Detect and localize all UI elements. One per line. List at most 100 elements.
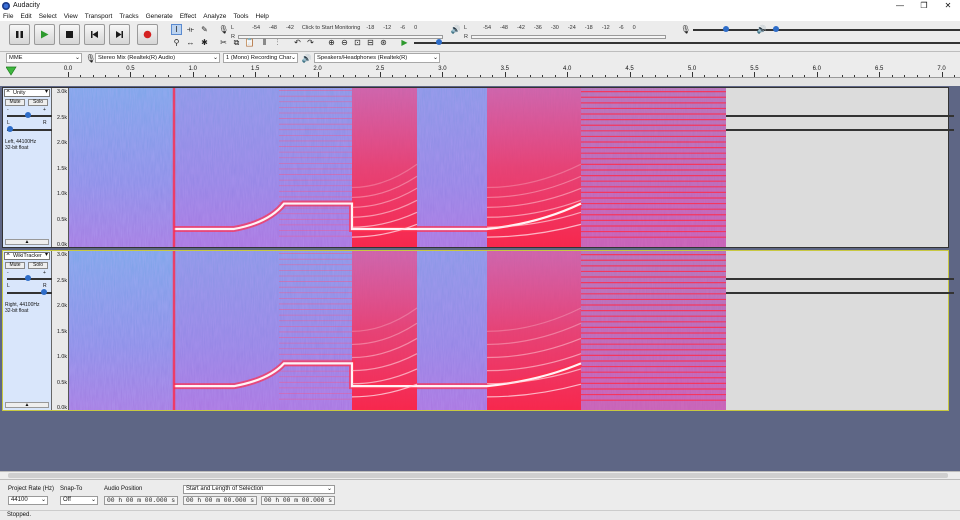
track-control-panel[interactable]: × Unity ▾ Mute Solo - + L R Left, 44100H…	[3, 88, 954, 247]
menu-generate[interactable]: Generate	[146, 13, 173, 20]
collapse-track-button[interactable]: ▲	[5, 402, 49, 408]
selection-length-field[interactable]: 00 h 00 m 00.000 s	[261, 496, 335, 505]
frequency-scale[interactable]: 3.0k 2.5k 2.0k 1.5k 1.0k 0.5k 0.0k	[52, 88, 69, 248]
record-button[interactable]	[137, 24, 158, 45]
solo-button[interactable]: Solo	[28, 99, 48, 106]
zoom-out-icon[interactable]: ⊖	[339, 37, 350, 48]
frequency-tick: 0.5k	[56, 216, 67, 223]
play-speed-slider[interactable]	[414, 39, 960, 47]
close-button[interactable]: ✕	[936, 0, 960, 11]
playback-device-select[interactable]: Speakers/Headphones (Realtek(R) ⌄	[314, 53, 440, 63]
minimize-button[interactable]: —	[888, 0, 912, 11]
skip-to-start-button[interactable]	[84, 24, 105, 45]
snap-to-value: Off	[63, 497, 71, 503]
mute-button[interactable]: Mute	[5, 262, 25, 269]
ruler-mark	[255, 72, 257, 77]
copy-icon[interactable]: ⧉	[231, 37, 242, 48]
audacity-logo-icon	[2, 1, 10, 10]
silence-icon[interactable]: ⫶	[272, 37, 283, 48]
menu-view[interactable]: View	[64, 13, 78, 20]
pause-button[interactable]	[9, 24, 30, 45]
microphone-icon[interactable]: 🎙	[218, 24, 229, 35]
menu-effect[interactable]: Effect	[180, 13, 197, 20]
record-volume-slider[interactable]	[693, 26, 960, 34]
pan-slider[interactable]	[7, 126, 954, 134]
frequency-scale[interactable]: 3.0k 2.5k 2.0k 1.5k 1.0k 0.5k 0.0k	[52, 251, 69, 411]
spectrogram[interactable]	[69, 88, 726, 247]
speaker-icon[interactable]: 🔊	[450, 24, 461, 35]
chevron-down-icon: ⌄	[290, 55, 296, 61]
menu-analyze[interactable]: Analyze	[203, 13, 226, 20]
window-title: Audacity	[13, 2, 40, 9]
ruler-mark	[929, 75, 931, 77]
pan-slider[interactable]	[7, 289, 954, 297]
ruler-mark	[529, 75, 531, 77]
zoom-toggle-icon[interactable]: ⊛	[378, 37, 389, 48]
mute-button[interactable]: Mute	[5, 99, 25, 106]
record-monitor-hint[interactable]: Click to Start Monitoring	[302, 25, 360, 31]
project-rate-select[interactable]: 44100 ⌄	[8, 496, 48, 505]
menu-help[interactable]: Help	[256, 13, 269, 20]
menu-tracks[interactable]: Tracks	[119, 13, 138, 20]
play-button[interactable]	[34, 24, 55, 45]
snap-to-select[interactable]: Off ⌄	[60, 496, 98, 505]
spectrogram[interactable]	[69, 251, 726, 410]
selection-mode-select[interactable]: Start and Length of Selection ⌄	[183, 485, 335, 494]
menu-file[interactable]: File	[3, 13, 13, 20]
pin-playhead-icon[interactable]	[6, 66, 17, 76]
audio-track[interactable]: × WikiTracker ▾ Mute Solo - + L R Right,…	[2, 250, 954, 411]
scrollbar-thumb[interactable]	[8, 473, 948, 478]
gain-slider[interactable]	[7, 275, 954, 283]
menu-edit[interactable]: Edit	[20, 13, 31, 20]
multi-tool-icon[interactable]: ✱	[199, 37, 210, 48]
envelope-tool-icon[interactable]: ⟛	[185, 24, 196, 35]
audio-host-select[interactable]: MME ⌄	[6, 53, 82, 63]
draw-tool-icon[interactable]: ✎	[199, 24, 210, 35]
zoom-tool-icon[interactable]: ⚲	[171, 37, 182, 48]
fit-selection-icon[interactable]: ⊡	[352, 37, 363, 48]
paste-icon[interactable]: 📋	[244, 37, 255, 48]
stop-button[interactable]	[59, 24, 80, 45]
cut-icon[interactable]: ✂	[218, 37, 229, 48]
zoom-in-icon[interactable]: ⊕	[326, 37, 337, 48]
ruler-mark	[454, 75, 456, 77]
selection-start-field[interactable]: 00 h 00 m 00.000 s	[183, 496, 257, 505]
audio-position-field[interactable]: 00 h 00 m 00.000 s	[104, 496, 178, 505]
frequency-tick: 0.5k	[56, 379, 67, 386]
gain-slider[interactable]	[7, 112, 954, 120]
ruler-mark	[167, 75, 169, 77]
track-name-menu[interactable]: × Unity ▾	[4, 89, 50, 97]
solo-button[interactable]: Solo	[28, 262, 48, 269]
playback-volume-slider[interactable]	[770, 26, 960, 34]
fit-project-icon[interactable]: ⊟	[365, 37, 376, 48]
record-tick: -48	[269, 25, 277, 31]
collapse-track-button[interactable]: ▲	[5, 239, 49, 245]
play-at-speed-icon[interactable]: ▶	[399, 37, 410, 48]
recording-device-select[interactable]: Stereo Mix (Realtek(R) Audio) ⌄	[95, 53, 220, 63]
timeshift-tool-icon[interactable]: ↔	[185, 37, 196, 48]
recording-channels-select[interactable]: 1 (Mono) Recording Char ⌄	[223, 53, 298, 63]
undo-icon[interactable]: ↶	[292, 37, 303, 48]
timeline-ruler[interactable]: 0.0 0.5 1.0 1.5 2.0 2.5 3.0 3.5 4.0 4.5 5.0 5.5 6.0 6…	[0, 64, 960, 78]
frequency-tick: 3.0k	[56, 252, 67, 258]
frequency-tick: 1.0k	[56, 354, 67, 360]
track-name-menu[interactable]: × WikiTracker ▾	[4, 252, 50, 260]
selection-tool-icon[interactable]: I	[171, 24, 182, 35]
menu-transport[interactable]: Transport	[85, 13, 113, 20]
horizontal-scrollbar[interactable]	[0, 471, 960, 479]
redo-icon[interactable]: ↷	[305, 37, 316, 48]
maximize-button[interactable]: ❐	[912, 0, 936, 11]
close-track-icon[interactable]: ×	[6, 253, 10, 258]
close-track-icon[interactable]: ×	[6, 90, 10, 95]
track-area[interactable]: × Unity ▾ Mute Solo - + L R Left, 44100H…	[0, 86, 960, 471]
menu-tools[interactable]: Tools	[233, 13, 248, 20]
track-control-panel[interactable]: × WikiTracker ▾ Mute Solo - + L R Right,…	[3, 251, 954, 410]
menu-select[interactable]: Select	[39, 13, 57, 20]
playback-volume-icon: 🔊	[756, 25, 767, 34]
trim-icon[interactable]: ⫴	[259, 37, 270, 48]
audio-track[interactable]: × Unity ▾ Mute Solo - + L R Left, 44100H…	[2, 87, 954, 248]
ruler-mark	[592, 75, 594, 77]
track-name: WikiTracker	[13, 253, 42, 259]
skip-to-end-button[interactable]	[109, 24, 130, 45]
ruler-mark	[704, 75, 706, 77]
